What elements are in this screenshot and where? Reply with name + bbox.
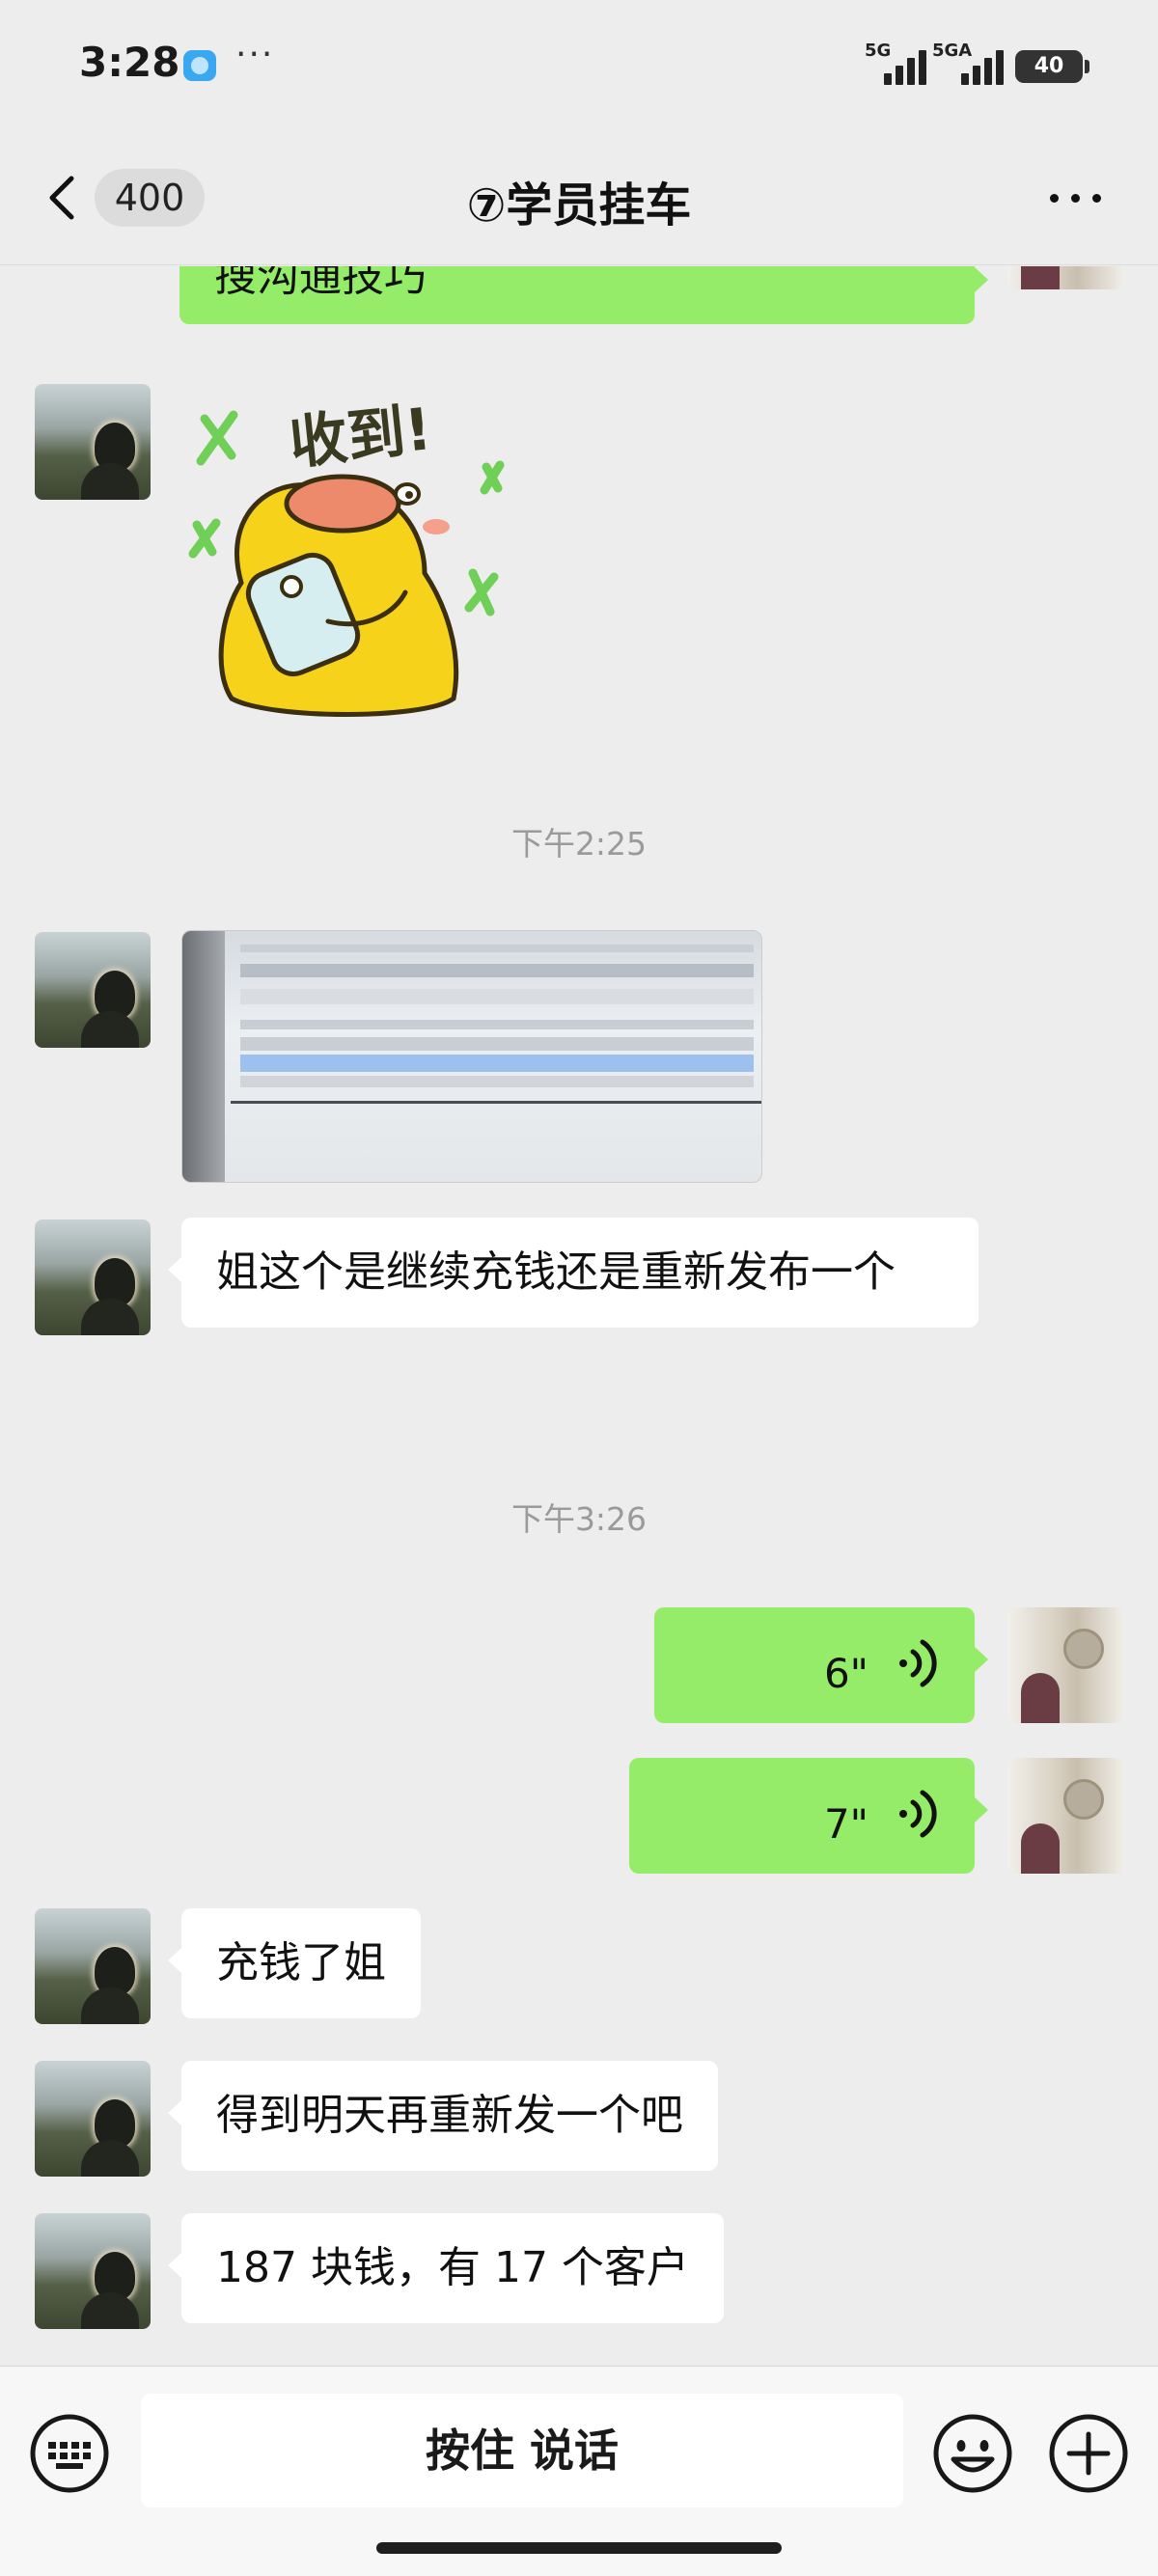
smiley-icon xyxy=(933,2414,1012,2493)
message-text: 充钱了姐 xyxy=(216,1938,386,1987)
self-avatar[interactable] xyxy=(1007,266,1123,289)
more-dot-icon xyxy=(1092,194,1101,203)
status-time: 3:28 xyxy=(79,39,180,86)
message-list[interactable]: 搜沟通技巧 收到! 下午2:25 姐这个是继续充钱还是重新发布一个 下午3:26… xyxy=(0,266,1158,2366)
more-functions-button[interactable] xyxy=(1048,2413,1129,2494)
self-avatar[interactable] xyxy=(1007,1758,1123,1874)
message-bubble-contact[interactable]: 得到明天再重新发一个吧 xyxy=(168,2061,718,2171)
sticker-message[interactable]: 收到! xyxy=(183,380,511,727)
home-indicator[interactable] xyxy=(376,2542,782,2554)
image-content xyxy=(182,931,225,1182)
more-options-button[interactable] xyxy=(1042,173,1110,221)
chat-header: 400 ⑦学员挂车 xyxy=(0,130,1158,265)
keyboard-toggle-button[interactable] xyxy=(29,2413,110,2494)
more-dot-icon xyxy=(1050,194,1059,203)
message-text: 187 块钱，有 17 个客户 xyxy=(216,2243,689,2292)
more-dot-icon xyxy=(1071,194,1080,203)
message-text: 得到明天再重新发一个吧 xyxy=(216,2091,683,2140)
voice-duration: 6" xyxy=(823,1650,868,1697)
message-bubble-contact[interactable]: 充钱了姐 xyxy=(168,1908,421,2018)
message-bubble-contact[interactable]: 姐这个是继续充钱还是重新发布一个 xyxy=(168,1218,979,1328)
timestamp-divider: 下午3:26 xyxy=(510,1500,648,1538)
network-type-label: 5G xyxy=(865,41,892,61)
network-type-label: 5GA xyxy=(932,41,973,61)
signal-5g-icon: 5G xyxy=(865,41,932,85)
status-more-notifications: ··· xyxy=(235,35,275,74)
voice-message-bubble[interactable]: 6" xyxy=(654,1607,988,1723)
self-avatar[interactable] xyxy=(1007,1607,1123,1723)
voice-duration: 7" xyxy=(823,1800,868,1848)
chat-title: ⑦学员挂车 xyxy=(466,178,692,233)
duck-sticker-icon: 收到! xyxy=(188,396,505,717)
voice-waves-icon xyxy=(899,1790,937,1838)
app-notification-icon xyxy=(183,50,216,81)
message-bubble-contact[interactable]: 187 块钱，有 17 个客户 xyxy=(168,2213,724,2323)
sticker-text: 收到! xyxy=(287,396,435,478)
emoji-button[interactable] xyxy=(932,2413,1013,2494)
message-text: 姐这个是继续充钱还是重新发布一个 xyxy=(216,1247,896,1297)
contact-avatar[interactable] xyxy=(35,384,151,500)
voice-waves-icon xyxy=(899,1639,937,1687)
contact-avatar[interactable] xyxy=(35,932,151,1048)
contact-avatar[interactable] xyxy=(35,1219,151,1335)
image-message[interactable] xyxy=(181,930,762,1183)
keyboard-icon xyxy=(30,2414,109,2493)
contact-avatar[interactable] xyxy=(35,2213,151,2329)
message-input-bar: 按住 说话 xyxy=(0,2366,1158,2576)
message-bubble-self[interactable]: 搜沟通技巧 xyxy=(179,266,988,324)
contact-avatar[interactable] xyxy=(35,2061,151,2177)
battery-icon: 40 xyxy=(1015,50,1089,83)
voice-message-bubble[interactable]: 7" xyxy=(629,1758,988,1874)
timestamp-divider: 下午2:25 xyxy=(510,825,648,863)
signal-5ga-icon: 5GA xyxy=(932,41,1004,85)
hold-to-talk-button[interactable]: 按住 说话 xyxy=(141,2394,903,2507)
status-bar: 3:28 ··· 5G 5GA 40 xyxy=(0,0,1158,130)
message-text: 搜沟通技巧 xyxy=(214,266,427,301)
contact-avatar[interactable] xyxy=(35,1908,151,2024)
plus-icon xyxy=(1049,2414,1128,2493)
